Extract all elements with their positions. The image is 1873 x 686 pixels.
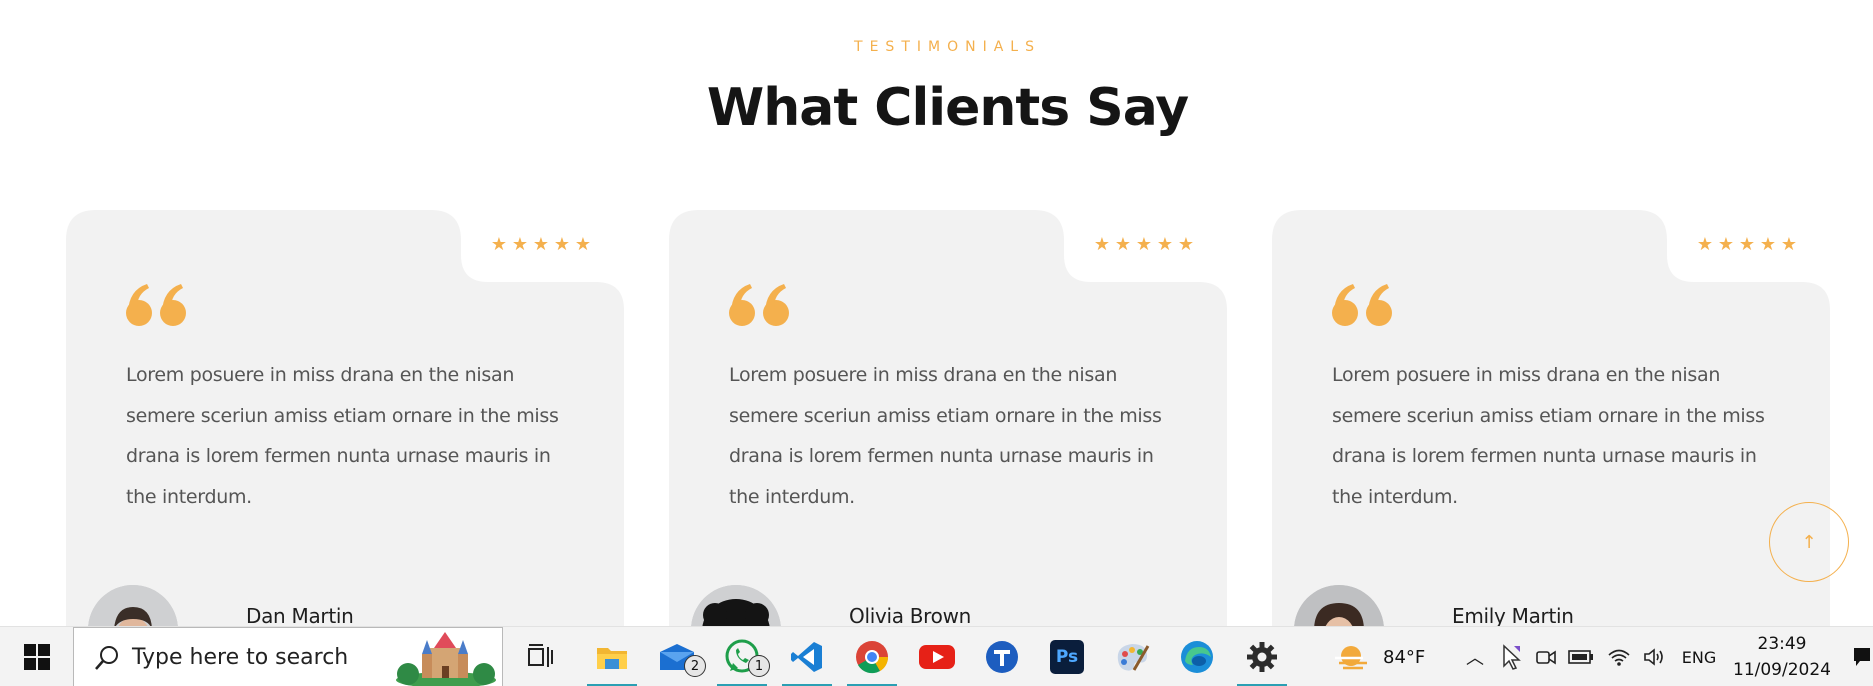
edge-icon [1181, 641, 1213, 673]
client-name: Olivia Brown [849, 604, 972, 628]
taskbar: Type here to search 2 1 Ps 84°F ︿ ENG 23… [0, 626, 1873, 686]
search-placeholder: Type here to search [132, 645, 349, 670]
chrome-icon [856, 641, 889, 674]
notification-icon [1853, 648, 1870, 666]
gear-icon [1247, 642, 1277, 672]
tray-volume[interactable] [1638, 627, 1672, 686]
show-hidden-icons-button[interactable]: ︿ [1460, 627, 1490, 686]
star-icon: ★ [1093, 234, 1111, 255]
star-icon: ★ [1177, 234, 1195, 255]
notification-center-button[interactable] [1850, 627, 1873, 686]
chevron-up-icon: ︿ [1466, 648, 1484, 669]
search-icon [95, 646, 118, 670]
task-view-button[interactable] [520, 627, 560, 686]
quote-icon [729, 284, 789, 326]
client-name: Emily Martin [1452, 604, 1574, 628]
weather-sun-haze-icon [1335, 646, 1367, 670]
scroll-to-top-button[interactable]: ↑ [1769, 502, 1849, 582]
taskbar-app-edge[interactable] [1170, 627, 1224, 686]
clock-date: 11/09/2024 [1733, 660, 1831, 680]
camera-icon [1536, 650, 1556, 665]
arrow-up-icon: ↑ [1801, 531, 1817, 553]
quote-icon [1332, 284, 1392, 326]
testimonial-card: ★ ★ ★ ★ ★ Lorem posuere in miss drana en the… [669, 210, 1227, 675]
rating-stars: ★ ★ ★ ★ ★ [1093, 236, 1195, 254]
wifi-icon [1608, 649, 1630, 666]
battery-icon [1568, 650, 1593, 664]
rating-stars: ★ ★ ★ ★ ★ [1696, 236, 1798, 254]
speaker-icon [1644, 648, 1663, 666]
notification-badge: 2 [684, 655, 706, 677]
windows-icon [24, 644, 50, 670]
vscode-icon [791, 642, 822, 672]
tray-app-cursor[interactable] [1496, 627, 1526, 686]
star-icon: ★ [1738, 234, 1756, 255]
taskbar-clock[interactable]: 23:49 11/09/2024 [1722, 631, 1842, 683]
clock-time: 23:49 [1757, 634, 1807, 654]
tray-language[interactable]: ENG [1674, 627, 1724, 686]
folder-icon [597, 648, 627, 669]
star-icon: ★ [1696, 234, 1714, 255]
start-button[interactable] [12, 627, 62, 686]
rating-stars: ★ ★ ★ ★ ★ [490, 236, 592, 254]
youtube-icon [919, 645, 955, 669]
taskbar-app-vscode[interactable] [780, 627, 834, 686]
star-icon: ★ [1114, 234, 1132, 255]
tray-meet-now[interactable] [1530, 627, 1562, 686]
task-view-icon [528, 644, 553, 667]
taskbar-search-input[interactable]: Type here to search [73, 627, 503, 686]
taskbar-app-file-explorer[interactable] [585, 627, 639, 686]
taskbar-app-chrome[interactable] [845, 627, 899, 686]
star-icon: ★ [532, 234, 550, 255]
section-eyebrow: TESTIMONIALS [854, 39, 1041, 55]
taskbar-app-youtube[interactable] [910, 627, 964, 686]
taskbar-app-settings[interactable] [1235, 627, 1289, 686]
weather-widget[interactable]: 84°F [1333, 627, 1433, 686]
testimonial-text: Lorem posuere in miss drana en the nisan… [1332, 364, 1765, 508]
notification-badge: 1 [748, 655, 770, 677]
language-indicator: ENG [1681, 647, 1717, 667]
quote-icon [126, 284, 186, 326]
castle-illustration-icon [396, 632, 496, 686]
taskbar-app-whatsapp[interactable]: 1 [715, 627, 770, 686]
star-icon: ★ [574, 234, 592, 255]
star-icon: ★ [553, 234, 571, 255]
page: TESTIMONIALS What Clients Say ★ ★ ★ ★ ★ Lore… [0, 0, 1873, 686]
taskbar-app-mail[interactable]: 2 [650, 627, 706, 686]
star-icon: ★ [490, 234, 508, 255]
t-app-icon [986, 641, 1018, 673]
cursor-tool-icon [1503, 644, 1521, 670]
taskbar-app-t-app[interactable] [975, 627, 1029, 686]
tray-battery[interactable] [1564, 627, 1598, 686]
tray-network[interactable] [1602, 627, 1636, 686]
star-icon: ★ [511, 234, 529, 255]
testimonial-card: ★ ★ ★ ★ ★ Lorem posuere in miss drana en the… [1272, 210, 1830, 675]
star-icon: ★ [1156, 234, 1174, 255]
weather-temperature: 84°F [1383, 646, 1426, 668]
paint-palette-icon [1117, 644, 1150, 671]
star-icon: ★ [1717, 234, 1735, 255]
testimonial-text: Lorem posuere in miss drana en the nisan… [126, 364, 559, 508]
photoshop-icon: Ps [1050, 640, 1084, 674]
taskbar-app-photoshop[interactable]: Ps [1040, 627, 1094, 686]
taskbar-app-paint[interactable] [1105, 627, 1159, 686]
star-icon: ★ [1780, 234, 1798, 255]
star-icon: ★ [1759, 234, 1777, 255]
testimonial-card: ★ ★ ★ ★ ★ Lorem posuere in miss drana en the… [66, 210, 624, 675]
star-icon: ★ [1135, 234, 1153, 255]
section-title: What Clients Say [706, 78, 1189, 138]
client-name: Dan Martin [246, 604, 354, 628]
testimonial-text: Lorem posuere in miss drana en the nisan… [729, 364, 1162, 508]
